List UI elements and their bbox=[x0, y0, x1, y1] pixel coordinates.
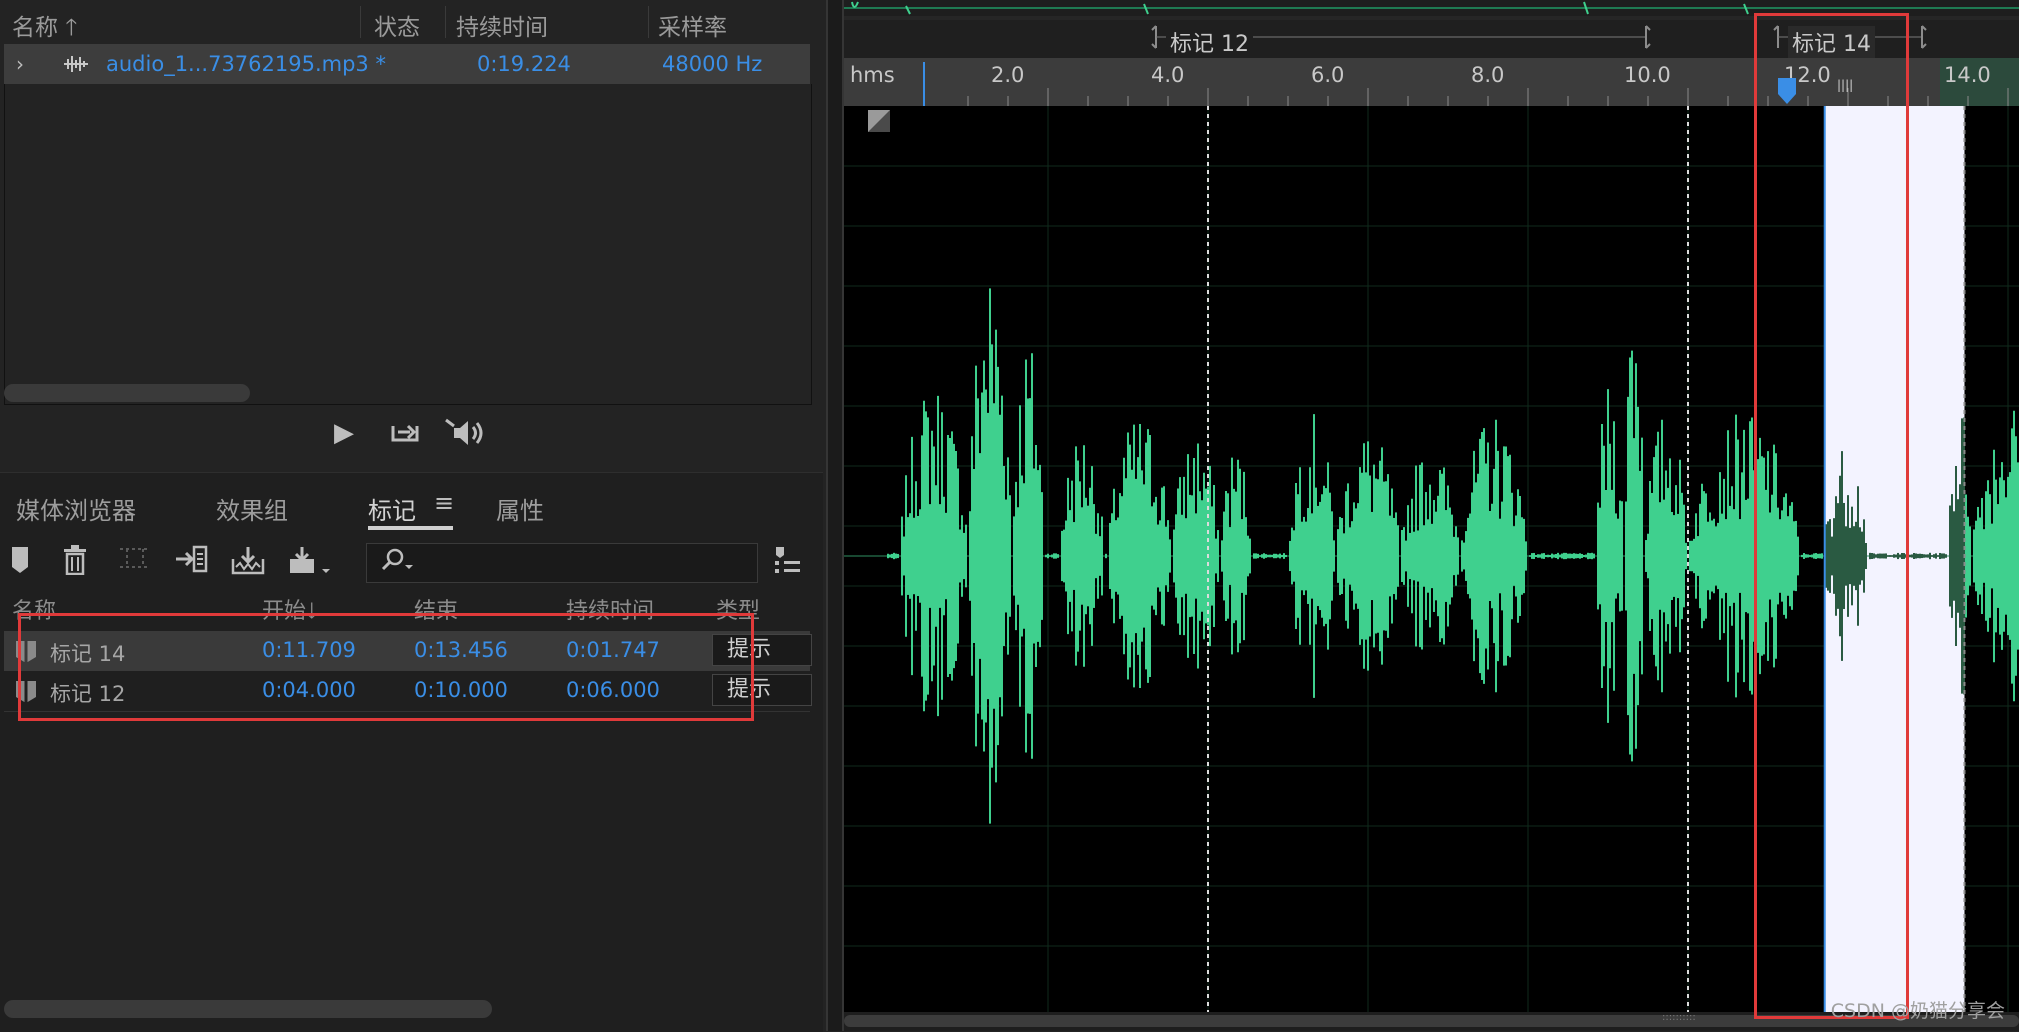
range-marker-label-12[interactable]: 标记 12 bbox=[1166, 26, 1253, 58]
panel-divider[interactable] bbox=[826, 0, 844, 1031]
loop-icon[interactable] bbox=[390, 418, 420, 451]
insert-into-playlist-icon[interactable] bbox=[174, 545, 208, 580]
watermark: CSDN @奶猫分享会 bbox=[1830, 1000, 2005, 1022]
tab-properties[interactable]: 属性 bbox=[496, 491, 544, 526]
tab-media-browser[interactable]: 媒体浏览器 bbox=[16, 491, 136, 526]
file-name[interactable]: audio_1...73762195.mp3 * bbox=[106, 52, 386, 76]
active-tab-indicator bbox=[368, 526, 453, 530]
batch-process-icon[interactable] bbox=[288, 545, 332, 584]
search-icon bbox=[379, 547, 415, 581]
file-row[interactable]: › audio_1...73762195.mp3 * 0:19.224 4800… bbox=[4, 44, 810, 84]
marker-filter-icon[interactable] bbox=[772, 545, 804, 584]
export-audio-icon[interactable] bbox=[230, 545, 266, 582]
waveform-editor: 标记 12 标记 14 hms 2.0 4.0 6.0 8.0 10.0 12.… bbox=[844, 0, 2019, 1031]
tab-markers[interactable]: 标记 bbox=[368, 491, 416, 526]
highlight-box-markers bbox=[18, 613, 754, 721]
files-header-status[interactable]: 状态 bbox=[374, 8, 420, 42]
markers-horizontal-scrollbar[interactable] bbox=[4, 1000, 492, 1018]
delete-marker-icon[interactable] bbox=[62, 545, 88, 582]
scroll-grip-icon: :::::::::: bbox=[1662, 1012, 1696, 1023]
file-samplerate: 48000 Hz bbox=[662, 52, 763, 76]
files-panel: 名称 🡑 状态 持续时间 采样率 › audio_1...73762195.mp… bbox=[0, 0, 823, 463]
file-duration: 0:19.224 bbox=[477, 52, 571, 76]
merge-markers-icon[interactable] bbox=[118, 545, 152, 578]
tick-label: 10.0 bbox=[1624, 63, 1671, 87]
play-icon[interactable]: ▶ bbox=[334, 418, 354, 448]
markers-panel: 媒体浏览器 效果组 标记 ≡ 属性 名称 开始🡓 结束 持续时间 类型 标记 1… bbox=[0, 472, 823, 1032]
preview-transport: ▶ bbox=[0, 418, 823, 452]
marker-search-input[interactable] bbox=[366, 543, 758, 583]
files-horizontal-scrollbar[interactable] bbox=[4, 384, 250, 402]
sort-up-icon: 🡑 bbox=[65, 15, 78, 41]
panel-menu-icon[interactable]: ≡ bbox=[434, 489, 454, 517]
time-selection-toggle-icon[interactable] bbox=[868, 110, 890, 132]
files-header-duration[interactable]: 持续时间 bbox=[456, 8, 548, 42]
tick-label: 8.0 bbox=[1471, 63, 1505, 87]
tick-label: 2.0 bbox=[991, 63, 1025, 87]
auto-play-volume-icon[interactable] bbox=[444, 418, 486, 455]
add-marker-icon[interactable] bbox=[10, 545, 30, 582]
tick-label: 6.0 bbox=[1311, 63, 1345, 87]
highlight-box-waveform bbox=[1754, 13, 1909, 1019]
files-header-samplerate[interactable]: 采样率 bbox=[658, 8, 727, 42]
tab-effects-group[interactable]: 效果组 bbox=[216, 491, 288, 526]
waveform-file-icon bbox=[62, 54, 90, 79]
expand-chevron-icon[interactable]: › bbox=[16, 52, 24, 76]
tick-label: 4.0 bbox=[1151, 63, 1185, 87]
files-list-area bbox=[4, 84, 812, 405]
tick-label: 14.0 bbox=[1944, 63, 1991, 87]
